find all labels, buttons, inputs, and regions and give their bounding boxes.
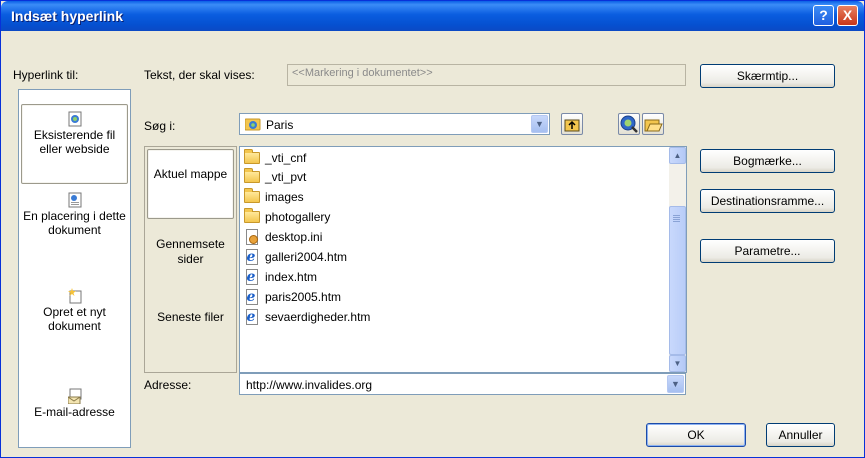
folder-icon	[244, 188, 260, 203]
list-item[interactable]: e galleri2004.htm	[244, 248, 347, 266]
new-document-icon	[67, 288, 82, 304]
html-file-icon: e	[244, 269, 260, 285]
text-to-display-field[interactable]: <<Markering i dokumentet>>	[287, 64, 686, 86]
insert-hyperlink-dialog: Indsæt hyperlink ? X Hyperlink til: Eksi…	[0, 0, 865, 458]
nav-email-address[interactable]: E-mail-adresse	[21, 386, 128, 436]
screentip-button[interactable]: Skærmtip...	[700, 64, 835, 88]
chevron-down-icon[interactable]: ▼	[667, 375, 684, 393]
existing-file-icon	[68, 111, 82, 127]
file-name: _vti_pvt	[265, 170, 307, 184]
list-item[interactable]: _vti_cnf	[244, 149, 306, 167]
help-icon: ?	[819, 7, 828, 23]
look-in-dropdown[interactable]: Paris ▼	[239, 113, 550, 135]
scroll-up-icon[interactable]: ▲	[669, 147, 686, 164]
file-list[interactable]: _vti_cnf _vti_pvt images photogallery de…	[239, 146, 687, 373]
vertical-scrollbar[interactable]: ▲ ▼	[669, 147, 686, 372]
tab-current-folder[interactable]: Aktuel mappe	[147, 149, 234, 219]
email-icon	[67, 388, 82, 405]
browse-web-button[interactable]	[618, 113, 640, 135]
window-title: Indsæt hyperlink	[11, 8, 124, 24]
parameters-button[interactable]: Parametre...	[700, 239, 835, 263]
nav-new-document[interactable]: Opret et nyt dokument	[21, 286, 128, 346]
file-name: paris2005.htm	[265, 290, 342, 304]
nav-new-document-label: Opret et nyt dokument	[43, 305, 106, 333]
folder-globe-icon	[244, 117, 261, 134]
tab-recent-files[interactable]: Seneste filer	[147, 310, 234, 350]
close-icon: X	[842, 7, 853, 23]
html-file-icon: e	[244, 309, 260, 325]
file-name: _vti_cnf	[265, 151, 307, 165]
list-item[interactable]: e sevaerdigheder.htm	[244, 308, 370, 326]
chevron-down-icon[interactable]: ▼	[531, 115, 548, 133]
html-file-icon: e	[244, 249, 260, 265]
help-button[interactable]: ?	[813, 5, 834, 26]
look-in-label: Søg i:	[144, 119, 176, 133]
nav-place-in-document-label: En placering i dette dokument	[23, 209, 126, 237]
file-name: index.htm	[265, 270, 318, 284]
cancel-button[interactable]: Annuller	[766, 423, 835, 447]
nav-email-address-label: E-mail-adresse	[34, 405, 115, 419]
ok-button[interactable]: OK	[646, 423, 746, 447]
browse-file-button[interactable]	[642, 113, 664, 135]
up-one-folder-button[interactable]	[561, 113, 583, 135]
look-in-value: Paris	[266, 118, 294, 132]
folder-icon	[244, 208, 260, 223]
close-button[interactable]: X	[837, 5, 858, 26]
list-item[interactable]: _vti_pvt	[244, 168, 306, 186]
list-item[interactable]: desktop.ini	[244, 228, 322, 246]
file-name: photogallery	[265, 210, 331, 224]
list-item[interactable]: e index.htm	[244, 268, 317, 286]
browse-web-icon	[620, 115, 638, 133]
scroll-down-icon[interactable]: ▼	[669, 355, 686, 372]
link-to-label: Hyperlink til:	[13, 68, 79, 82]
scroll-thumb[interactable]	[669, 206, 686, 355]
target-frame-button[interactable]: Destinationsramme...	[700, 189, 835, 213]
title-bar[interactable]: Indsæt hyperlink ? X	[1, 1, 864, 31]
scroll-grip-icon	[673, 215, 680, 216]
nav-existing-file-label: Eksisterende fil eller webside	[33, 128, 116, 156]
file-name: galleri2004.htm	[265, 250, 348, 264]
browse-tabs-pane: Aktuel mappe Gennemsete sider Seneste fi…	[144, 146, 237, 373]
address-value: http://www.invalides.org	[246, 378, 373, 392]
address-field[interactable]: http://www.invalides.org ▼	[239, 373, 686, 395]
list-item[interactable]: e paris2005.htm	[244, 288, 341, 306]
list-item[interactable]: images	[244, 188, 304, 206]
file-name: desktop.ini	[265, 230, 323, 244]
up-folder-icon	[564, 119, 580, 132]
folder-icon	[244, 168, 260, 183]
file-name: sevaerdigheder.htm	[265, 310, 371, 324]
nav-existing-file[interactable]: Eksisterende fil eller webside	[21, 104, 128, 184]
link-to-pane: Eksisterende fil eller webside En placer…	[18, 89, 131, 448]
file-name: images	[265, 190, 304, 204]
bookmark-button[interactable]: Bogmærke...	[700, 149, 835, 173]
list-item[interactable]: photogallery	[244, 208, 330, 226]
open-folder-icon	[644, 119, 663, 132]
tab-browsed-pages[interactable]: Gennemsete sider	[147, 237, 234, 277]
address-label: Adresse:	[144, 378, 192, 392]
folder-icon	[244, 149, 260, 164]
text-to-display-label: Tekst, der skal vises:	[144, 68, 255, 82]
nav-place-in-document[interactable]: En placering i dette dokument	[21, 190, 128, 260]
html-file-icon: e	[244, 289, 260, 305]
settings-file-icon	[244, 229, 260, 245]
place-in-document-icon	[68, 192, 82, 208]
